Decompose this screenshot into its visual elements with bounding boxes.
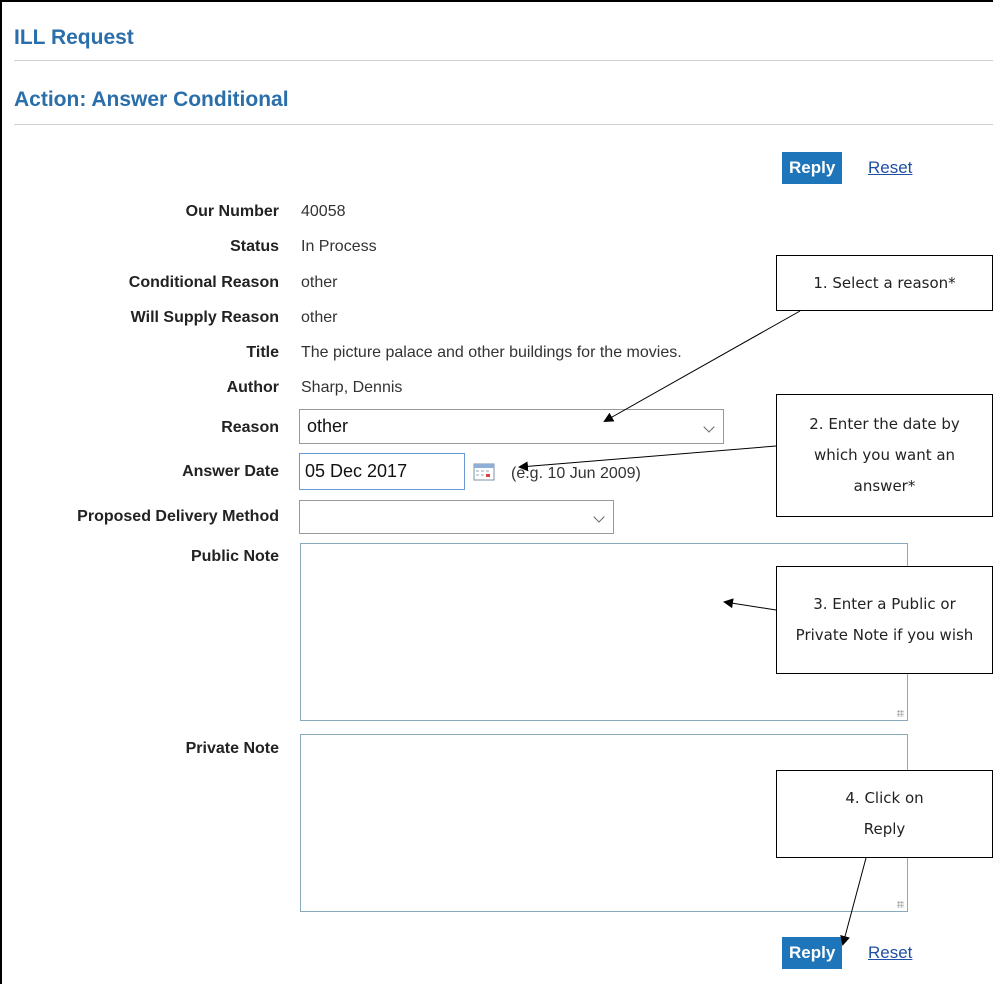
title-label: Title — [246, 344, 279, 361]
reply-button-bottom[interactable]: Reply — [782, 937, 843, 969]
status-value: In Process — [301, 238, 377, 255]
reason-label: Reason — [221, 419, 279, 436]
resize-grip-icon[interactable] — [897, 901, 904, 908]
callout-click-reply: 4. Click on Reply — [776, 770, 993, 858]
calendar-icon[interactable] — [473, 463, 495, 481]
chevron-down-icon — [593, 511, 605, 523]
callout-text: 1. Select a reason* — [813, 273, 956, 292]
answer-date-label: Answer Date — [182, 463, 279, 480]
conditional-reason-label: Conditional Reason — [128, 274, 279, 291]
callout-text: 2. Enter the date by which you want an a… — [809, 415, 960, 495]
reset-link-top[interactable]: Reset — [868, 158, 912, 178]
reset-link-bottom[interactable]: Reset — [868, 943, 912, 963]
divider — [14, 124, 993, 125]
action-title: Action: Answer Conditional — [14, 88, 289, 111]
will-supply-reason-label: Will Supply Reason — [130, 309, 279, 326]
reason-select[interactable]: other — [299, 409, 724, 444]
delivery-method-select[interactable] — [299, 500, 614, 534]
callout-notes: 3. Enter a Public or Private Note if you… — [776, 566, 993, 674]
answer-date-input[interactable]: 05 Dec 2017 — [299, 453, 465, 490]
conditional-reason-value: other — [301, 274, 338, 291]
status-label: Status — [230, 238, 279, 255]
callout-answer-date: 2. Enter the date by which you want an a… — [776, 394, 993, 517]
our-number-value: 40058 — [301, 203, 346, 220]
callout-text: 4. Click on Reply — [845, 789, 924, 838]
title-value: The picture palace and other buildings f… — [301, 344, 682, 361]
callout-text: 3. Enter a Public or Private Note if you… — [795, 595, 974, 644]
our-number-label: Our Number — [185, 203, 279, 220]
author-value: Sharp, Dennis — [301, 379, 403, 396]
divider — [14, 60, 993, 61]
public-note-label: Public Note — [190, 548, 279, 565]
delivery-method-label: Proposed Delivery Method — [77, 508, 279, 525]
private-note-label: Private Note — [185, 740, 279, 757]
callout-select-reason: 1. Select a reason* — [776, 255, 993, 311]
resize-grip-icon[interactable] — [897, 710, 904, 717]
chevron-down-icon — [703, 420, 715, 433]
reason-select-value: other — [307, 416, 349, 436]
reply-button-top[interactable]: Reply — [782, 152, 843, 184]
page-title: ILL Request — [14, 26, 134, 49]
answer-date-hint: (e.g. 10 Jun 2009) — [511, 465, 641, 482]
will-supply-reason-value: other — [301, 309, 338, 326]
author-label: Author — [226, 379, 279, 396]
